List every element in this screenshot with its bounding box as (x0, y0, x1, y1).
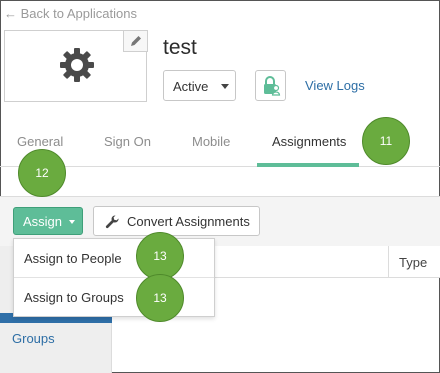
menu-item-label: Assign to Groups (24, 290, 124, 305)
active-tab-indicator (257, 163, 359, 167)
push-groups-button[interactable] (255, 70, 286, 101)
edit-logo-button[interactable] (123, 30, 148, 52)
gear-icon (60, 48, 94, 82)
column-header-type-label: Type (399, 255, 428, 270)
assign-dropdown-menu: Assign to People Assign to Groups (13, 238, 215, 317)
tab-general[interactable]: General (17, 134, 63, 149)
convert-assignments-label: Convert Assignments (127, 214, 250, 229)
back-to-applications-link[interactable]: ← Back to Applications (4, 6, 137, 21)
side-panel-item-groups[interactable]: Groups (12, 331, 55, 346)
tab-assignments[interactable]: Assignments (272, 134, 346, 149)
lock-person-icon (264, 76, 281, 96)
tab-mobile[interactable]: Mobile (192, 134, 230, 149)
column-header-type[interactable]: Type (388, 246, 440, 278)
app-title: test (163, 36, 197, 59)
assign-button-label: Assign (23, 214, 63, 229)
caret-down-icon (69, 220, 75, 224)
caret-down-icon (221, 84, 229, 89)
menu-item-assign-to-groups[interactable]: Assign to Groups (14, 278, 214, 317)
callout-badge: 13 (136, 232, 184, 280)
view-logs-link[interactable]: View Logs (305, 78, 365, 93)
status-select[interactable]: Active (163, 70, 236, 101)
pencil-icon (131, 36, 141, 46)
callout-badge: 11 (362, 117, 410, 165)
app-logo-box (4, 30, 148, 102)
assign-button[interactable]: Assign (13, 207, 83, 235)
wrench-icon (105, 215, 119, 229)
status-select-value: Active (173, 79, 209, 94)
callout-badge: 12 (18, 149, 66, 197)
menu-item-label: Assign to People (24, 251, 122, 266)
menu-item-assign-to-people[interactable]: Assign to People (14, 239, 214, 278)
callout-badge: 13 (136, 274, 184, 322)
convert-assignments-button[interactable]: Convert Assignments (93, 206, 260, 236)
tab-sign-on[interactable]: Sign On (104, 134, 151, 149)
